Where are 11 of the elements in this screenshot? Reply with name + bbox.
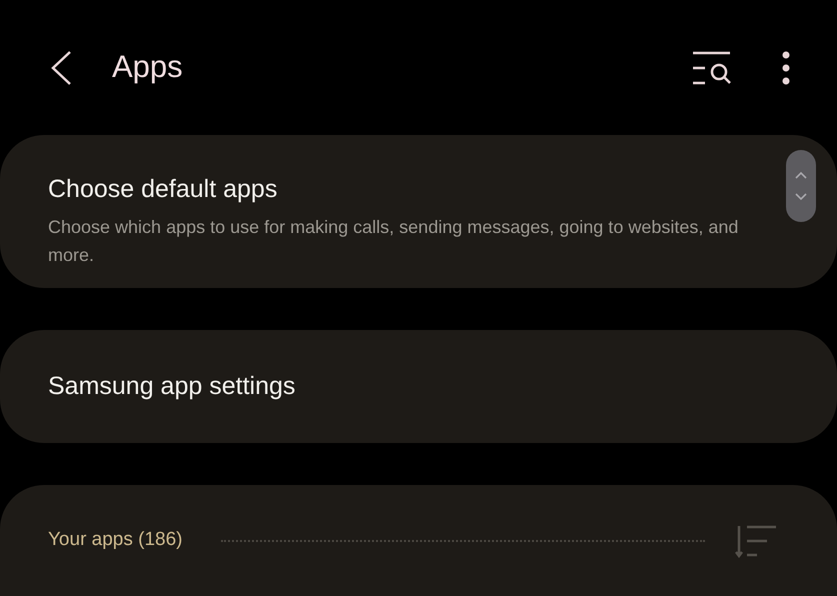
- back-button[interactable]: [50, 50, 72, 86]
- item-description: Choose which apps to use for making calls, sending messages, going to websites, and more.: [48, 216, 740, 266]
- section-header: Your apps (186): [48, 528, 183, 552]
- search-icon[interactable]: [692, 50, 732, 86]
- item-title: Samsung app settings: [48, 370, 296, 402]
- settings-item[interactable]: Samsung app settings: [0, 330, 837, 443]
- item-title: Choose default apps: [48, 174, 278, 205]
- page-title: Apps: [112, 48, 183, 86]
- settings-item[interactable]: Choose default apps Choose which apps to use for making calls, sending messages, going to websites, and more.: [0, 135, 837, 288]
- more-options-icon[interactable]: [782, 50, 790, 84]
- scroll-handle[interactable]: [786, 150, 816, 222]
